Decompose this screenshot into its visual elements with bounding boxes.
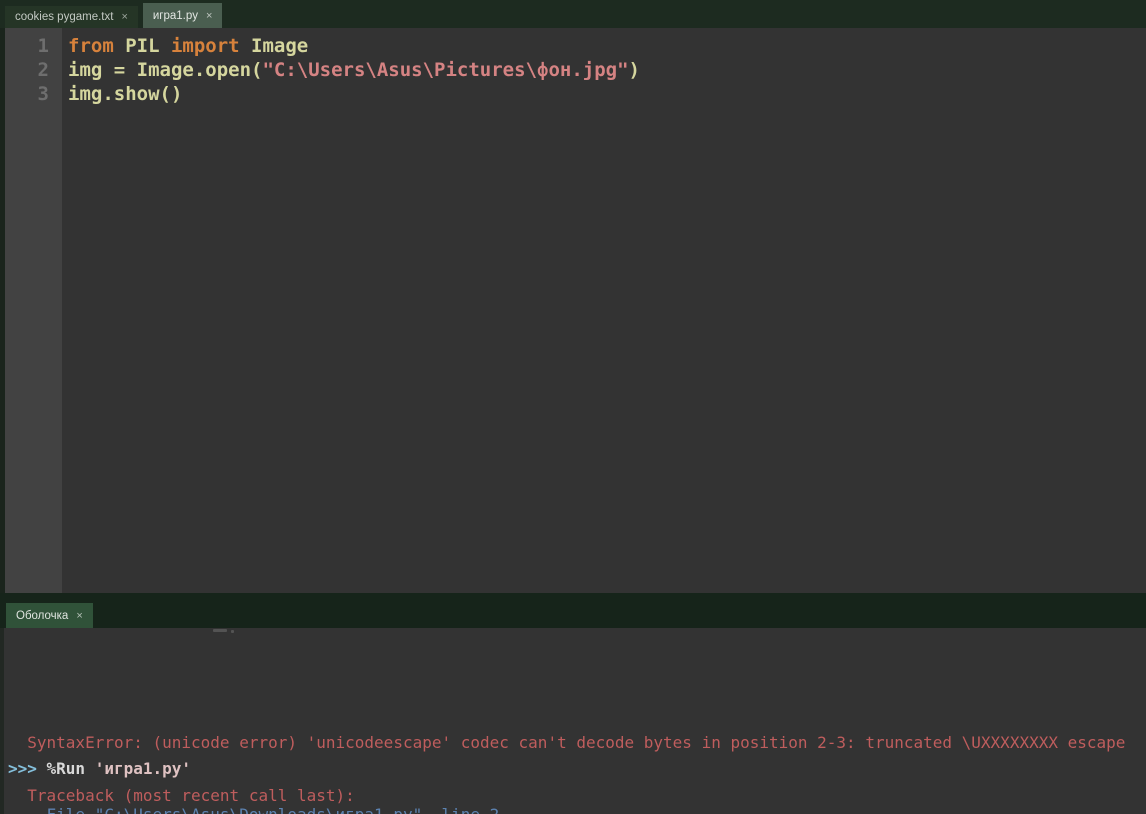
line-number: 1 [37, 35, 49, 57]
clipped-output-artifact [231, 630, 234, 633]
editor-tab[interactable]: игра1.py × [142, 3, 223, 28]
code-text: img = Image.open("C:\Users\Asus\Pictures… [68, 59, 640, 81]
shell-command-text: %Run [46, 759, 95, 778]
tab-label: cookies pygame.txt [15, 11, 114, 23]
line-number: 3 [37, 83, 49, 105]
code-lines: 1 from PIL import Image 2 img = Image.open(… [0, 28, 1146, 106]
traceback-file-line: File "C:\Users\Asus\Downloads\игра1.py",… [8, 805, 1146, 814]
shell-error-line: SyntaxError: (unicode error) 'unicodeesc… [8, 733, 1126, 752]
editor-tab-bar: cookies pygame.txt × игра1.py × [0, 0, 1146, 28]
code-text: img.show() [68, 83, 183, 105]
shell-lines: SyntaxError: (unicode error) 'unicodeesc… [8, 733, 1146, 814]
shell-prompt-mark: >>> [8, 759, 47, 778]
tab-close-icon[interactable]: × [76, 610, 82, 622]
code-text: from PIL import Image [68, 35, 309, 57]
shell-tab-label: Оболочка [16, 609, 69, 622]
editor-tab[interactable]: cookies pygame.txt × [5, 6, 138, 28]
shell-error-line: Traceback (most recent call last): [8, 786, 355, 805]
tab-close-icon[interactable]: × [206, 10, 212, 22]
shell-prompt-line: >>> %Run 'игра1.py' [8, 756, 1146, 782]
shell-tab-bar: Оболочка × [0, 593, 1146, 628]
code-line: 3 img.show() [0, 82, 1146, 106]
tab-close-icon[interactable]: × [121, 11, 127, 23]
tab-label: игра1.py [152, 9, 199, 22]
code-line: 1 from PIL import Image [0, 34, 1146, 58]
tab-shell[interactable]: Оболочка × [6, 603, 93, 628]
shell-output[interactable]: SyntaxError: (unicode error) 'unicodeesc… [0, 628, 1146, 814]
code-editor[interactable]: 1 from PIL import Image 2 img = Image.open(… [0, 28, 1146, 593]
shell-left-strip [0, 628, 4, 814]
line-number-gutter [5, 28, 62, 593]
clipped-output-artifact [213, 629, 227, 632]
line-number: 2 [37, 59, 49, 81]
shell-command-text: 'игра1.py' [94, 759, 192, 778]
traceback-file-link[interactable]: File "C:\Users\Asus\Downloads\игра1.py",… [47, 805, 500, 814]
code-line: 2 img = Image.open("C:\Users\Asus\Picture… [0, 58, 1146, 82]
